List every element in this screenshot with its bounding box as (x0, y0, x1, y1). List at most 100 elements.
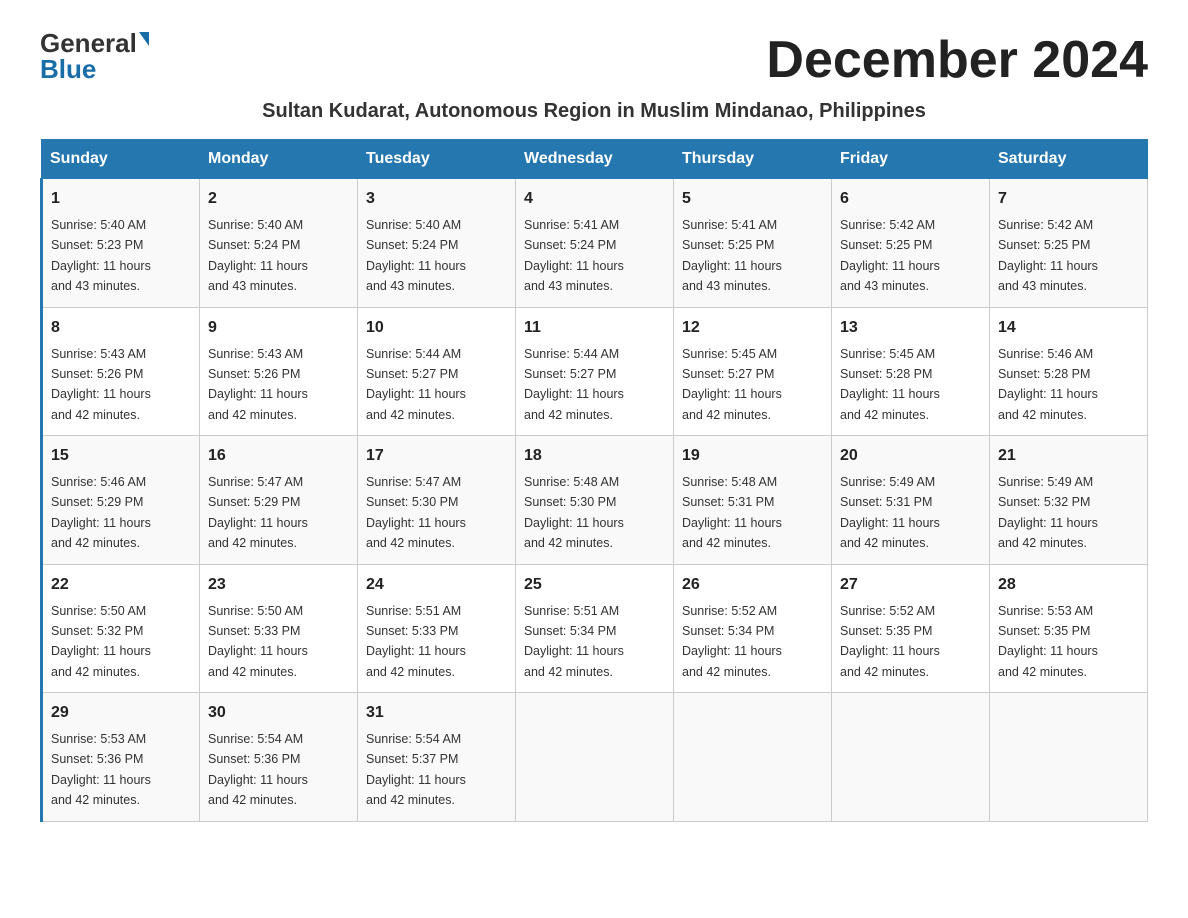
day-info: Sunrise: 5:48 AMSunset: 5:31 PMDaylight:… (682, 475, 782, 550)
day-number: 2 (208, 187, 349, 211)
day-info: Sunrise: 5:53 AMSunset: 5:36 PMDaylight:… (51, 732, 151, 807)
calendar-cell: 9 Sunrise: 5:43 AMSunset: 5:26 PMDayligh… (200, 307, 358, 436)
calendar-cell: 10 Sunrise: 5:44 AMSunset: 5:27 PMDaylig… (358, 307, 516, 436)
day-info: Sunrise: 5:46 AMSunset: 5:28 PMDaylight:… (998, 347, 1098, 422)
day-number: 4 (524, 187, 665, 211)
header-thursday: Thursday (674, 140, 832, 179)
calendar-cell: 12 Sunrise: 5:45 AMSunset: 5:27 PMDaylig… (674, 307, 832, 436)
header-sunday: Sunday (42, 140, 200, 179)
day-number: 21 (998, 444, 1139, 468)
logo-general-text: General (40, 30, 137, 56)
day-number: 19 (682, 444, 823, 468)
day-info: Sunrise: 5:43 AMSunset: 5:26 PMDaylight:… (51, 347, 151, 422)
calendar-cell: 22 Sunrise: 5:50 AMSunset: 5:32 PMDaylig… (42, 564, 200, 693)
calendar-cell: 1 Sunrise: 5:40 AMSunset: 5:23 PMDayligh… (42, 179, 200, 308)
calendar-cell: 11 Sunrise: 5:44 AMSunset: 5:27 PMDaylig… (516, 307, 674, 436)
header-saturday: Saturday (990, 140, 1148, 179)
week-row-5: 29 Sunrise: 5:53 AMSunset: 5:36 PMDaylig… (42, 693, 1148, 822)
day-number: 24 (366, 573, 507, 597)
day-info: Sunrise: 5:46 AMSunset: 5:29 PMDaylight:… (51, 475, 151, 550)
calendar-cell: 17 Sunrise: 5:47 AMSunset: 5:30 PMDaylig… (358, 436, 516, 565)
day-info: Sunrise: 5:53 AMSunset: 5:35 PMDaylight:… (998, 604, 1098, 679)
calendar-cell (674, 693, 832, 822)
day-info: Sunrise: 5:48 AMSunset: 5:30 PMDaylight:… (524, 475, 624, 550)
day-number: 12 (682, 316, 823, 340)
day-number: 14 (998, 316, 1139, 340)
header-monday: Monday (200, 140, 358, 179)
calendar-cell: 24 Sunrise: 5:51 AMSunset: 5:33 PMDaylig… (358, 564, 516, 693)
day-number: 30 (208, 701, 349, 725)
page-header: General Blue December 2024 (40, 30, 1148, 90)
calendar-cell: 26 Sunrise: 5:52 AMSunset: 5:34 PMDaylig… (674, 564, 832, 693)
week-row-4: 22 Sunrise: 5:50 AMSunset: 5:32 PMDaylig… (42, 564, 1148, 693)
day-number: 15 (51, 444, 191, 468)
logo-blue-text: Blue (40, 56, 96, 82)
day-info: Sunrise: 5:47 AMSunset: 5:29 PMDaylight:… (208, 475, 308, 550)
calendar-cell: 21 Sunrise: 5:49 AMSunset: 5:32 PMDaylig… (990, 436, 1148, 565)
calendar-body: 1 Sunrise: 5:40 AMSunset: 5:23 PMDayligh… (42, 179, 1148, 822)
calendar-cell: 3 Sunrise: 5:40 AMSunset: 5:24 PMDayligh… (358, 179, 516, 308)
day-info: Sunrise: 5:52 AMSunset: 5:35 PMDaylight:… (840, 604, 940, 679)
day-info: Sunrise: 5:44 AMSunset: 5:27 PMDaylight:… (524, 347, 624, 422)
calendar-cell: 2 Sunrise: 5:40 AMSunset: 5:24 PMDayligh… (200, 179, 358, 308)
calendar-cell: 15 Sunrise: 5:46 AMSunset: 5:29 PMDaylig… (42, 436, 200, 565)
page-subtitle: Sultan Kudarat, Autonomous Region in Mus… (40, 100, 1148, 123)
day-info: Sunrise: 5:51 AMSunset: 5:33 PMDaylight:… (366, 604, 466, 679)
day-info: Sunrise: 5:49 AMSunset: 5:32 PMDaylight:… (998, 475, 1098, 550)
day-number: 28 (998, 573, 1139, 597)
day-number: 31 (366, 701, 507, 725)
day-number: 23 (208, 573, 349, 597)
day-number: 3 (366, 187, 507, 211)
page-title: December 2024 (766, 30, 1148, 90)
day-info: Sunrise: 5:51 AMSunset: 5:34 PMDaylight:… (524, 604, 624, 679)
day-info: Sunrise: 5:42 AMSunset: 5:25 PMDaylight:… (840, 218, 940, 293)
day-number: 1 (51, 187, 191, 211)
calendar-cell: 13 Sunrise: 5:45 AMSunset: 5:28 PMDaylig… (832, 307, 990, 436)
day-number: 17 (366, 444, 507, 468)
day-info: Sunrise: 5:42 AMSunset: 5:25 PMDaylight:… (998, 218, 1098, 293)
day-info: Sunrise: 5:52 AMSunset: 5:34 PMDaylight:… (682, 604, 782, 679)
calendar-cell (832, 693, 990, 822)
calendar-cell: 20 Sunrise: 5:49 AMSunset: 5:31 PMDaylig… (832, 436, 990, 565)
calendar-cell: 4 Sunrise: 5:41 AMSunset: 5:24 PMDayligh… (516, 179, 674, 308)
calendar-cell: 6 Sunrise: 5:42 AMSunset: 5:25 PMDayligh… (832, 179, 990, 308)
week-row-2: 8 Sunrise: 5:43 AMSunset: 5:26 PMDayligh… (42, 307, 1148, 436)
week-row-1: 1 Sunrise: 5:40 AMSunset: 5:23 PMDayligh… (42, 179, 1148, 308)
day-info: Sunrise: 5:54 AMSunset: 5:36 PMDaylight:… (208, 732, 308, 807)
day-number: 5 (682, 187, 823, 211)
day-info: Sunrise: 5:47 AMSunset: 5:30 PMDaylight:… (366, 475, 466, 550)
day-number: 10 (366, 316, 507, 340)
day-number: 27 (840, 573, 981, 597)
day-info: Sunrise: 5:40 AMSunset: 5:23 PMDaylight:… (51, 218, 151, 293)
calendar-cell: 5 Sunrise: 5:41 AMSunset: 5:25 PMDayligh… (674, 179, 832, 308)
calendar-cell: 30 Sunrise: 5:54 AMSunset: 5:36 PMDaylig… (200, 693, 358, 822)
calendar-cell: 23 Sunrise: 5:50 AMSunset: 5:33 PMDaylig… (200, 564, 358, 693)
calendar-cell: 7 Sunrise: 5:42 AMSunset: 5:25 PMDayligh… (990, 179, 1148, 308)
day-info: Sunrise: 5:44 AMSunset: 5:27 PMDaylight:… (366, 347, 466, 422)
calendar-cell: 27 Sunrise: 5:52 AMSunset: 5:35 PMDaylig… (832, 564, 990, 693)
day-number: 13 (840, 316, 981, 340)
week-row-3: 15 Sunrise: 5:46 AMSunset: 5:29 PMDaylig… (42, 436, 1148, 565)
calendar-cell: 18 Sunrise: 5:48 AMSunset: 5:30 PMDaylig… (516, 436, 674, 565)
day-number: 11 (524, 316, 665, 340)
header-wednesday: Wednesday (516, 140, 674, 179)
calendar-cell: 25 Sunrise: 5:51 AMSunset: 5:34 PMDaylig… (516, 564, 674, 693)
calendar-table: SundayMondayTuesdayWednesdayThursdayFrid… (40, 139, 1148, 822)
day-number: 7 (998, 187, 1139, 211)
header-friday: Friday (832, 140, 990, 179)
calendar-cell: 8 Sunrise: 5:43 AMSunset: 5:26 PMDayligh… (42, 307, 200, 436)
day-info: Sunrise: 5:40 AMSunset: 5:24 PMDaylight:… (366, 218, 466, 293)
day-number: 25 (524, 573, 665, 597)
calendar-cell: 29 Sunrise: 5:53 AMSunset: 5:36 PMDaylig… (42, 693, 200, 822)
day-number: 6 (840, 187, 981, 211)
calendar-cell: 16 Sunrise: 5:47 AMSunset: 5:29 PMDaylig… (200, 436, 358, 565)
day-info: Sunrise: 5:41 AMSunset: 5:25 PMDaylight:… (682, 218, 782, 293)
calendar-cell: 14 Sunrise: 5:46 AMSunset: 5:28 PMDaylig… (990, 307, 1148, 436)
calendar-cell: 19 Sunrise: 5:48 AMSunset: 5:31 PMDaylig… (674, 436, 832, 565)
logo: General Blue (40, 30, 149, 82)
day-info: Sunrise: 5:54 AMSunset: 5:37 PMDaylight:… (366, 732, 466, 807)
day-info: Sunrise: 5:41 AMSunset: 5:24 PMDaylight:… (524, 218, 624, 293)
calendar-header: SundayMondayTuesdayWednesdayThursdayFrid… (42, 140, 1148, 179)
calendar-cell: 31 Sunrise: 5:54 AMSunset: 5:37 PMDaylig… (358, 693, 516, 822)
day-info: Sunrise: 5:50 AMSunset: 5:32 PMDaylight:… (51, 604, 151, 679)
